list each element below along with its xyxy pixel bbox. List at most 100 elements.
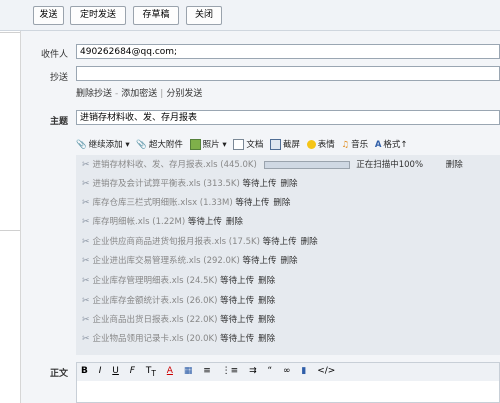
delete-attachment-link[interactable]: 删除 xyxy=(301,237,318,247)
music-label: 音乐 xyxy=(351,140,369,150)
attachment-status: 等待上传 xyxy=(220,296,255,306)
paint-brush-icon[interactable]: ▮ xyxy=(301,366,306,376)
attachment-name: 进销存材料收、发、存月报表.xls (445.0K) xyxy=(92,160,257,170)
attachment-status: 等待上传 xyxy=(235,198,270,208)
document-button[interactable]: 文档 xyxy=(233,138,263,150)
paperclip-icon: ✂ xyxy=(82,296,90,306)
screenshot-button[interactable]: 截屏 xyxy=(270,138,300,150)
quote-icon[interactable]: “ xyxy=(267,366,272,376)
paperclip-icon: ✂ xyxy=(82,334,90,344)
format-text-icon: A xyxy=(374,140,382,150)
attachment-row: ✂ 企业商品出货日报表.xls (22.0K) 等待上传 删除 xyxy=(76,312,500,329)
to-field[interactable]: 490262684@qq.com; xyxy=(76,44,500,59)
photo-icon xyxy=(189,139,201,150)
paperclip-icon: ✂ xyxy=(82,276,90,286)
send-button[interactable]: 发送 xyxy=(33,6,64,25)
compose-toolbar: 发送 定时发送 存草稿 关闭 xyxy=(0,0,500,31)
attachment-status: 等待上传 xyxy=(220,334,255,344)
chevron-down-icon[interactable]: ▾ xyxy=(222,140,226,150)
attachment-row: ✂ 企业物品领用记录卡.xls (20.0K) 等待上传 删除 xyxy=(76,331,500,348)
attachment-name: 库存明细帐.xls (1.22M) xyxy=(92,217,186,227)
delete-attachment-link[interactable]: 删除 xyxy=(226,217,243,227)
attachment-status: 等待上传 xyxy=(262,237,297,247)
attachment-row: ✂ 企业进出库交易管理系统.xls (292.0K) 等待上传 删除 xyxy=(76,253,500,270)
left-panel-divider xyxy=(0,230,20,231)
emoji-button[interactable]: 表情 xyxy=(306,138,335,150)
attachment-status: 等待上传 xyxy=(220,315,255,325)
attachment-toolbar: 📎 继续添加 ▾ 📎 超大附件 照片 ▾ 文档 截屏 表情 ♫ 音乐 A 格式↑ xyxy=(76,138,412,150)
photo-label: 照片 xyxy=(202,140,220,150)
bold-button[interactable]: B xyxy=(81,366,88,376)
large-attachment-button[interactable]: 📎 超大附件 xyxy=(136,138,183,150)
attachment-row: ✂ 进销存及会计试算平衡表.xls (313.5K) 等待上传 删除 xyxy=(76,176,500,193)
attachment-name: 企业进出库交易管理系统.xls (292.0K) xyxy=(92,256,240,266)
delete-attachment-link[interactable]: 删除 xyxy=(273,198,290,208)
smiley-icon xyxy=(306,140,316,149)
attachment-row: ✂ 企业库存金额统计表.xls (26.0K) 等待上传 删除 xyxy=(76,293,500,310)
paperclip-icon: ✂ xyxy=(82,256,90,266)
cc-label: 抄送 xyxy=(49,73,68,83)
upload-progress-fill xyxy=(264,161,349,168)
separate-send-link[interactable]: 分别发送 xyxy=(166,89,202,99)
attachment-row: ✂ 企业供应商商品进货旬报月报表.xls (17.5K) 等待上传 删除 xyxy=(76,234,500,251)
align-icon[interactable]: ≡ xyxy=(203,366,211,376)
cc-field[interactable] xyxy=(76,66,500,81)
delete-attachment-link[interactable]: 删除 xyxy=(258,334,275,344)
delete-attachment-link[interactable]: 删除 xyxy=(281,179,298,189)
html-source-button[interactable]: </> xyxy=(317,366,335,376)
format-button[interactable]: A 格式↑ xyxy=(375,138,408,150)
font-color-icon[interactable]: A xyxy=(167,366,173,376)
large-attachment-label: 超大附件 xyxy=(148,140,183,150)
attachment-name: 企业库存金额统计表.xls (26.0K) xyxy=(92,296,218,306)
format-label: 格式 xyxy=(383,140,401,150)
body-editor[interactable] xyxy=(76,381,500,403)
delete-attachment-link[interactable]: 删除 xyxy=(258,276,275,286)
background-color-icon[interactable]: ▦ xyxy=(184,366,193,376)
bullet-list-icon[interactable]: ⋮≡ xyxy=(222,366,239,376)
emoji-label: 表情 xyxy=(317,140,335,150)
save-draft-button[interactable]: 存草稿 xyxy=(133,6,179,25)
screenshot-label: 截屏 xyxy=(283,140,301,150)
attachment-name: 进销存及会计试算平衡表.xls (313.5K) xyxy=(92,179,240,189)
paperclip-icon: ✂ xyxy=(82,315,90,325)
scheduled-send-button[interactable]: 定时发送 xyxy=(70,6,126,25)
attachment-row: ✂ 库存明细帐.xls (1.22M) 等待上传 删除 xyxy=(76,214,500,231)
underline-button[interactable]: U xyxy=(112,366,119,376)
link-icon[interactable]: ∞ xyxy=(283,366,291,376)
paperclip-icon: ✂ xyxy=(82,160,90,170)
delete-attachment-link[interactable]: 删除 xyxy=(258,315,275,325)
font-family-icon[interactable]: F xyxy=(130,366,135,376)
font-size-icon[interactable]: TT xyxy=(146,366,156,378)
delete-attachment-link[interactable]: 删除 xyxy=(281,256,298,266)
attachment-name: 企业物品领用记录卡.xls (20.0K) xyxy=(92,334,218,344)
music-button[interactable]: ♫ 音乐 xyxy=(341,138,368,150)
subject-label: 主题 xyxy=(49,117,68,127)
subject-field[interactable]: 进销存材料收、发、存月报表 xyxy=(76,110,500,125)
attachment-status: 等待上传 xyxy=(220,276,255,286)
add-bcc-link[interactable]: 添加密送 xyxy=(121,89,157,99)
continue-add-button[interactable]: 📎 继续添加 ▾ xyxy=(76,138,130,150)
indent-icon[interactable]: ⇉ xyxy=(249,366,257,376)
recipient-options: 删除抄送 - 添加密送 | 分别发送 xyxy=(76,89,203,99)
paperclip-icon: ✂ xyxy=(82,217,90,227)
attachment-name: 企业商品出货日报表.xls (22.0K) xyxy=(92,315,218,325)
chevron-down-icon[interactable]: ▾ xyxy=(125,140,129,150)
to-label: 收件人 xyxy=(40,50,68,60)
attachment-row: ✂ 进销存材料收、发、存月报表.xls (445.0K) 正在扫描中100% 删除 xyxy=(76,157,500,174)
attachment-status: 等待上传 xyxy=(242,256,277,266)
screenshot-icon xyxy=(270,139,282,150)
close-button[interactable]: 关闭 xyxy=(186,6,222,25)
music-note-icon: ♫ xyxy=(341,140,350,150)
attachment-name: 库存仓库三栏式明细账.xlsx (1.33M) xyxy=(92,198,233,208)
delete-attachment-link[interactable]: 删除 xyxy=(446,160,463,170)
paperclip-icon: ✂ xyxy=(82,237,90,247)
paperclip-icon: ✂ xyxy=(82,179,90,189)
attachment-status: 正在扫描中100% xyxy=(356,160,424,170)
delete-attachment-link[interactable]: 删除 xyxy=(258,296,275,306)
attachment-list: ✂ 进销存材料收、发、存月报表.xls (445.0K) 正在扫描中100% 删除… xyxy=(76,155,500,355)
remove-cc-link[interactable]: 删除抄送 xyxy=(76,89,112,99)
photo-button[interactable]: 照片 ▾ xyxy=(189,138,227,150)
chevron-up-icon[interactable]: ↑ xyxy=(400,140,407,150)
italic-button[interactable]: I xyxy=(99,366,102,376)
document-label: 文档 xyxy=(246,140,264,150)
